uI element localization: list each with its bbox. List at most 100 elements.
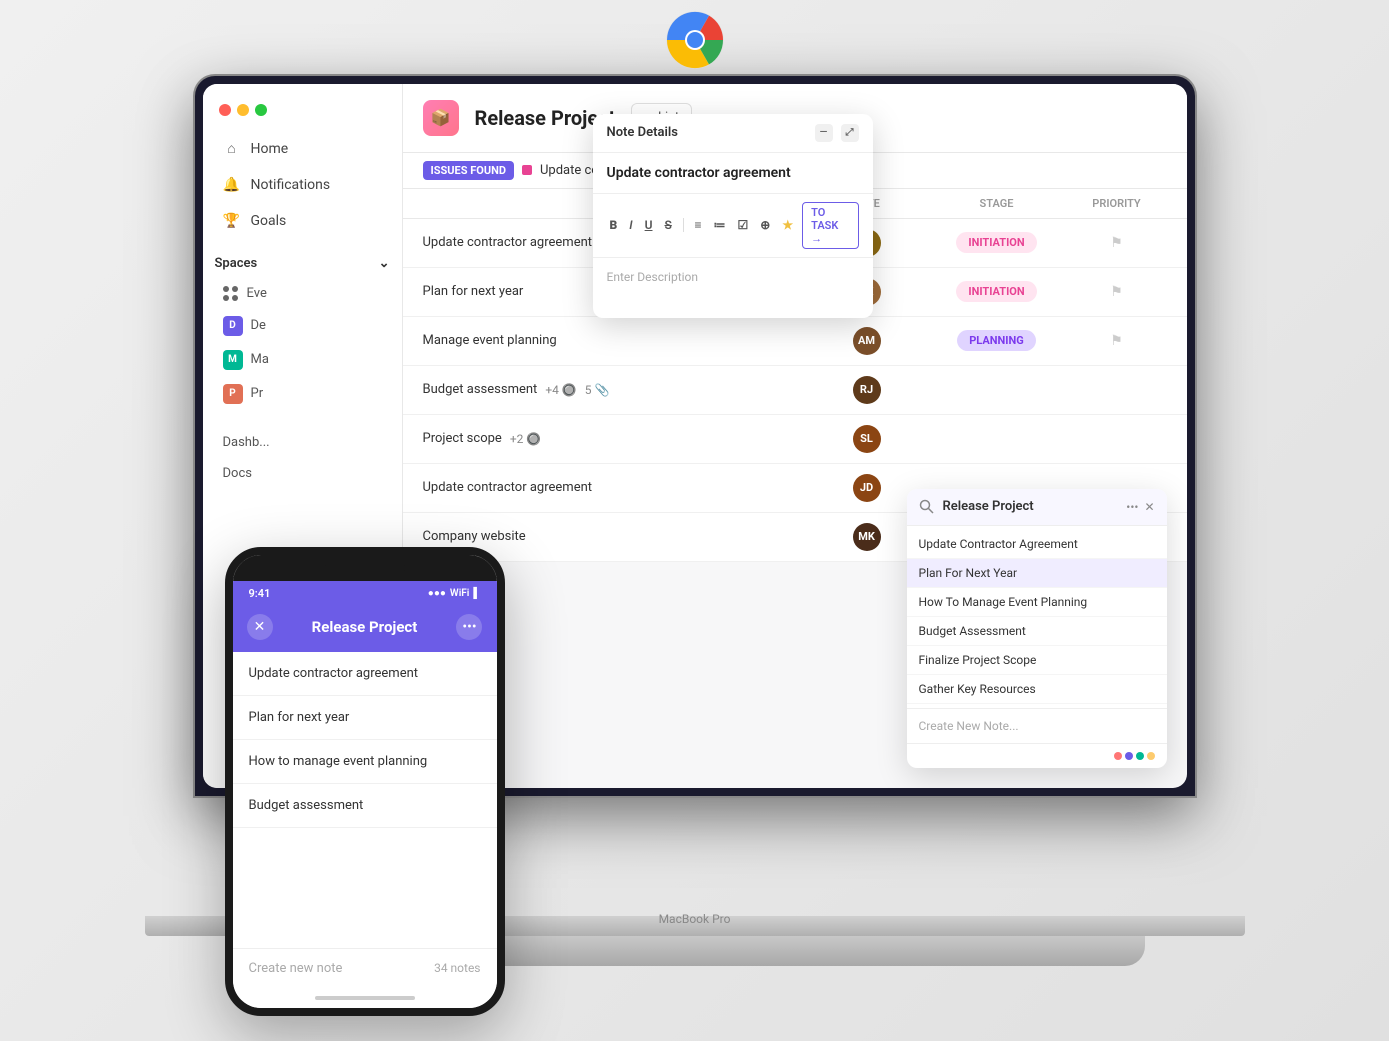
traffic-light-minimize[interactable] (237, 104, 249, 116)
sidebar-item-dashboard[interactable]: Dashb... (203, 427, 402, 458)
sidebar-nav: ⌂ Home 🔔 Notifications 🏆 Goals (203, 132, 402, 240)
toolbar-link[interactable]: ⊕ (757, 216, 773, 234)
note-body[interactable]: Enter Description (593, 258, 873, 318)
col-priority: PRIORITY (1067, 197, 1167, 210)
space-item-ma[interactable]: M Ma (211, 344, 394, 376)
macbook-wrapper: ⌂ Home 🔔 Notifications 🏆 Goals (145, 76, 1245, 996)
note-item-3-label: How To Manage Event Planning (919, 595, 1155, 609)
sidebar-item-home[interactable]: ⌂ Home (211, 132, 394, 166)
phone-note-item[interactable]: Budget assessment (233, 784, 497, 828)
space-item-pr[interactable]: P Pr (211, 378, 394, 410)
phone-notch-bar (325, 559, 405, 577)
phone-header: ✕ Release Project ••• (233, 606, 497, 652)
toolbar-underline[interactable]: U (642, 216, 656, 234)
task-name-6: Update contractor agreement (423, 480, 807, 495)
sidebar-docs-label: Docs (223, 466, 252, 481)
stage-badge-1: INITIATION (956, 232, 1036, 253)
note-edit-icon[interactable]: ✏ (1105, 566, 1114, 580)
note-copy-icon[interactable]: ⧉ (1118, 566, 1126, 580)
note-item-4-label: Budget Assessment (919, 624, 1155, 638)
footer-dot-4 (1147, 752, 1155, 760)
task-text-6: Update contractor agreement (423, 480, 593, 495)
phone-more-btn[interactable]: ••• (456, 614, 482, 640)
note-title-text: Update contractor agreement (607, 165, 791, 181)
list-item[interactable]: Plan For Next Year ✏ ⧉ 🗑 + (907, 559, 1167, 588)
avatar-4: RJ (853, 376, 881, 404)
space-de-icon: D (223, 316, 243, 336)
sidebar-item-docs[interactable]: Docs (203, 458, 402, 489)
list-item[interactable]: How To Manage Event Planning (907, 588, 1167, 617)
table-row[interactable]: Budget assessment +4 🔘 5 📎 RJ (403, 366, 1187, 415)
space-ma-label: Ma (251, 352, 269, 367)
toolbar-list[interactable]: ≡ (692, 216, 705, 234)
phone-note-1: Update contractor agreement (249, 666, 419, 681)
note-minimize-btn[interactable]: — (815, 124, 833, 142)
footer-dot-1 (1114, 752, 1122, 760)
toolbar-strikethrough[interactable]: S (662, 216, 675, 234)
toolbar-checkbox[interactable]: ☑ (735, 216, 752, 234)
toolbar-numbered[interactable]: ≔ (711, 216, 729, 234)
space-eve-label: Eve (247, 286, 267, 301)
notes-panel: Release Project ••• ✕ Update Contractor … (907, 489, 1167, 768)
toolbar-separator (683, 218, 684, 232)
col-assignee-4: RJ (807, 376, 927, 404)
phone-status-right: ●●● WiFi ▌ (428, 588, 481, 599)
phone-note-item[interactable]: Update contractor agreement (233, 652, 497, 696)
to-task-button[interactable]: TO TASK → (802, 202, 858, 249)
sidebar-item-notifications[interactable]: 🔔 Notifications (211, 168, 394, 202)
col-stage-3: PLANNING (927, 330, 1067, 351)
sidebar-item-notifications-label: Notifications (251, 177, 331, 193)
col-stage-1: INITIATION (927, 232, 1067, 253)
avatar-3: AM (853, 327, 881, 355)
note-body-placeholder: Enter Description (607, 270, 699, 284)
footer-dot-3 (1136, 752, 1144, 760)
list-item[interactable]: Budget Assessment (907, 617, 1167, 646)
notes-list: Update Contractor Agreement Plan For Nex… (907, 526, 1167, 708)
note-item-5-label: Finalize Project Scope (919, 653, 1155, 667)
phone-status-time: 9:41 (249, 587, 271, 600)
sidebar-item-goals-label: Goals (251, 213, 287, 229)
space-de-label: De (251, 318, 266, 333)
phone-close-btn[interactable]: ✕ (247, 614, 273, 640)
toolbar-italic[interactable]: I (626, 216, 635, 234)
traffic-light-close[interactable] (219, 104, 231, 116)
stage-badge-2: INITIATION (956, 281, 1036, 302)
chrome-icon (665, 10, 725, 70)
note-delete-icon[interactable]: 🗑 (1130, 566, 1144, 580)
phone-note-item[interactable]: Plan for next year (233, 696, 497, 740)
phone-note-2: Plan for next year (249, 710, 350, 725)
phone-create-placeholder[interactable]: Create new note (249, 961, 343, 976)
phone-status-bar: 9:41 ●●● WiFi ▌ (233, 581, 497, 606)
notes-panel-close-btn[interactable]: ✕ (1144, 500, 1154, 514)
list-item[interactable]: Gather Key Resources (907, 675, 1167, 704)
col-assignee-5: SL (807, 425, 927, 453)
space-ma-icon: M (223, 350, 243, 370)
project-icon: 📦 (423, 100, 459, 136)
list-item[interactable]: Finalize Project Scope (907, 646, 1167, 675)
spaces-chevron-icon: ⌄ (379, 256, 390, 271)
phone-notes-count: 34 notes (434, 961, 480, 975)
note-add-icon[interactable]: + (1148, 566, 1154, 580)
toolbar-star[interactable]: ★ (779, 216, 796, 234)
notes-footer (907, 743, 1167, 768)
task-name-3: Manage event planning (423, 333, 807, 348)
notes-create-input[interactable]: Create New Note... (907, 708, 1167, 743)
notes-panel-more-btn[interactable]: ••• (1126, 500, 1138, 514)
battery-icon: ▌ (473, 588, 480, 599)
task-text-1: Update contractor agreement (423, 235, 593, 250)
search-icon[interactable] (919, 499, 935, 515)
phone-notes-list: Update contractor agreement Plan for nex… (233, 652, 497, 948)
traffic-lights (203, 104, 402, 132)
mobile-phone: 9:41 ●●● WiFi ▌ ✕ Release Project ••• Up… (225, 547, 505, 1016)
traffic-light-fullscreen[interactable] (255, 104, 267, 116)
table-row[interactable]: Manage event planning AM PLANNING ⚑ (403, 317, 1187, 366)
toolbar-bold[interactable]: B (607, 216, 621, 234)
space-item-de[interactable]: D De (211, 310, 394, 342)
note-expand-btn[interactable]: ⤢ (841, 124, 859, 142)
table-row[interactable]: Project scope +2 🔘 SL (403, 415, 1187, 464)
space-item-eve[interactable]: Eve (211, 280, 394, 308)
list-item[interactable]: Update Contractor Agreement (907, 530, 1167, 559)
note-title-field[interactable]: Update contractor agreement (593, 153, 873, 194)
phone-note-item[interactable]: How to manage event planning (233, 740, 497, 784)
sidebar-item-goals[interactable]: 🏆 Goals (211, 204, 394, 238)
